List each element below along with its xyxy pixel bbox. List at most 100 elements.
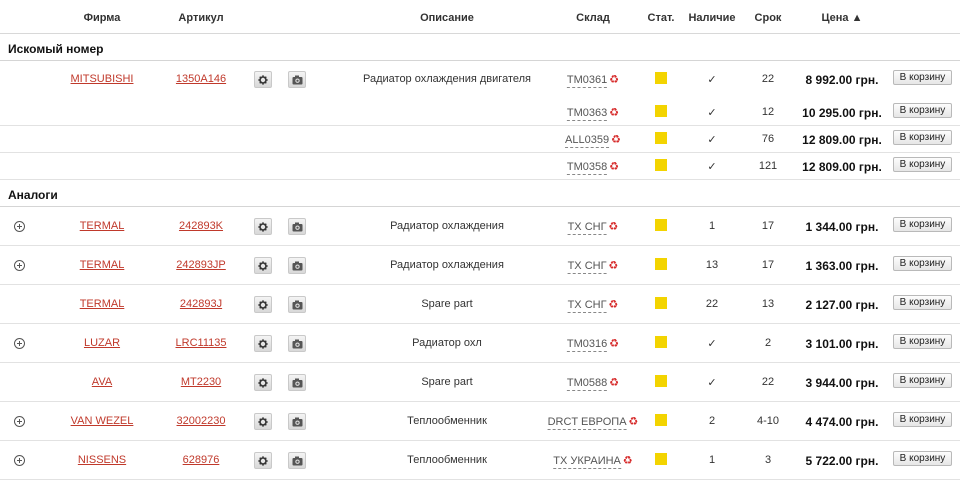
- camera-icon[interactable]: [288, 296, 306, 313]
- availability-value: ✓: [707, 134, 717, 146]
- article-link[interactable]: 1350A146: [176, 73, 226, 85]
- warehouse-cell[interactable]: TX СНГ ♻: [567, 259, 618, 274]
- price-value: 2 127.00 грн.: [805, 298, 879, 312]
- term-value: 121: [758, 160, 778, 172]
- brand-link[interactable]: AVA: [92, 376, 112, 388]
- term-value: 22: [761, 376, 775, 388]
- warehouse-cell[interactable]: TX СНГ ♻: [567, 298, 618, 313]
- article-link[interactable]: LRC11135: [176, 337, 227, 349]
- part-description: Spare part: [421, 298, 473, 310]
- recycle-icon: ♻: [611, 134, 621, 146]
- price-value: 5 722.00 грн.: [805, 454, 879, 468]
- col-availability-header[interactable]: Наличие: [688, 12, 735, 24]
- warehouse-cell[interactable]: TM0363 ♻: [566, 106, 619, 121]
- brand-link[interactable]: TERMAL: [80, 298, 125, 310]
- part-description: Spare part: [421, 376, 473, 388]
- camera-icon[interactable]: [288, 452, 306, 469]
- warehouse-cell[interactable]: TX УКРАИНА ♻: [553, 454, 633, 469]
- warehouse-cell[interactable]: TM0361 ♻: [566, 73, 619, 88]
- warehouse-code[interactable]: DRCT ЕВРОПА: [547, 416, 627, 430]
- warehouse-code[interactable]: TM0361: [566, 74, 608, 88]
- warehouse-code[interactable]: TX СНГ: [567, 260, 607, 274]
- warehouse-code[interactable]: ALL0359: [565, 134, 610, 148]
- col-firm-header[interactable]: Фирма: [84, 12, 121, 24]
- camera-icon[interactable]: [288, 71, 306, 88]
- add-to-cart-button[interactable]: В корзину: [893, 334, 952, 349]
- article-link[interactable]: 242893JP: [176, 259, 226, 271]
- table-row: NISSENS 628976 Теплообменник TX УКРАИНА ♻ 1 3 5…: [0, 441, 960, 480]
- brand-link[interactable]: LUZAR: [84, 337, 120, 349]
- warehouse-cell[interactable]: TM0358 ♻: [566, 160, 619, 175]
- expand-plus-icon[interactable]: [14, 455, 25, 466]
- expand-plus-icon[interactable]: [14, 221, 25, 232]
- expand-plus-icon[interactable]: [14, 416, 25, 427]
- camera-icon[interactable]: [288, 413, 306, 430]
- recycle-icon: ♻: [628, 416, 639, 428]
- camera-icon[interactable]: [288, 374, 306, 391]
- col-price-header[interactable]: Цена ▲: [822, 12, 863, 24]
- article-link[interactable]: 242893J: [180, 298, 222, 310]
- add-to-cart-button[interactable]: В корзину: [893, 451, 952, 466]
- warehouse-code[interactable]: TM0363: [566, 107, 608, 121]
- warehouse-code[interactable]: TM0358: [566, 161, 608, 175]
- warehouse-cell[interactable]: TM0316 ♻: [566, 337, 619, 352]
- warehouse-code[interactable]: TM0316: [566, 338, 608, 352]
- warehouse-cell[interactable]: DRCT ЕВРОПА ♻: [547, 415, 639, 430]
- warehouse-code[interactable]: TX СНГ: [567, 299, 607, 313]
- brand-link[interactable]: NISSENS: [78, 454, 126, 466]
- add-to-cart-button[interactable]: В корзину: [893, 412, 952, 427]
- col-term-header[interactable]: Срок: [755, 12, 782, 24]
- price-value: 10 295.00 грн.: [802, 106, 882, 120]
- add-to-cart-button[interactable]: В корзину: [893, 295, 952, 310]
- camera-icon[interactable]: [288, 335, 306, 352]
- add-to-cart-button[interactable]: В корзину: [893, 256, 952, 271]
- gear-icon[interactable]: [254, 296, 272, 313]
- camera-icon[interactable]: [288, 218, 306, 235]
- article-link[interactable]: 32002230: [177, 415, 226, 427]
- brand-link[interactable]: TERMAL: [80, 220, 125, 232]
- section-searched-number: Искомый номер: [0, 34, 960, 61]
- article-link[interactable]: 628976: [183, 454, 220, 466]
- availability-value: 1: [708, 454, 716, 466]
- gear-icon[interactable]: [254, 335, 272, 352]
- expand-plus-icon[interactable]: [14, 338, 25, 349]
- brand-link[interactable]: TERMAL: [80, 259, 125, 271]
- warehouse-cell[interactable]: TX СНГ ♻: [567, 220, 618, 235]
- col-article-header[interactable]: Артикул: [178, 12, 223, 24]
- status-indicator: [655, 375, 667, 387]
- gear-icon[interactable]: [254, 413, 272, 430]
- expand-plus-icon[interactable]: [14, 260, 25, 271]
- article-link[interactable]: 242893K: [179, 220, 223, 232]
- gear-icon[interactable]: [254, 374, 272, 391]
- article-link[interactable]: MT2230: [181, 376, 221, 388]
- add-to-cart-button[interactable]: В корзину: [893, 217, 952, 232]
- warehouse-code[interactable]: TX СНГ: [567, 221, 607, 235]
- warehouse-code[interactable]: TX УКРАИНА: [553, 455, 621, 469]
- gear-icon[interactable]: [254, 257, 272, 274]
- warehouse-cell[interactable]: ALL0359 ♻: [565, 133, 621, 148]
- availability-value: 22: [705, 298, 719, 310]
- add-to-cart-button[interactable]: В корзину: [893, 373, 952, 388]
- gear-icon[interactable]: [254, 218, 272, 235]
- table-header: Фирма Артикул Описание Склад Стат. Налич…: [0, 0, 960, 34]
- warehouse-code[interactable]: TM0588: [566, 377, 608, 391]
- col-description-header[interactable]: Описание: [420, 12, 474, 24]
- add-to-cart-button[interactable]: В корзину: [893, 157, 952, 172]
- price-value: 3 944.00 грн.: [805, 376, 879, 390]
- col-warehouse-header[interactable]: Склад: [576, 12, 610, 24]
- warehouse-cell[interactable]: TM0588 ♻: [566, 376, 619, 391]
- col-stat-header[interactable]: Стат.: [648, 12, 675, 24]
- status-indicator: [655, 219, 667, 231]
- status-indicator: [655, 132, 667, 144]
- camera-icon[interactable]: [288, 257, 306, 274]
- add-to-cart-button[interactable]: В корзину: [893, 130, 952, 145]
- availability-value: ✓: [707, 377, 717, 389]
- brand-link[interactable]: MITSUBISHI: [71, 73, 134, 85]
- availability-value: 2: [708, 415, 716, 427]
- gear-icon[interactable]: [254, 452, 272, 469]
- brand-link[interactable]: VAN WEZEL: [71, 415, 134, 427]
- add-to-cart-button[interactable]: В корзину: [893, 70, 952, 85]
- add-to-cart-button[interactable]: В корзину: [893, 103, 952, 118]
- gear-icon[interactable]: [254, 71, 272, 88]
- price-value: 4 474.00 грн.: [805, 415, 879, 429]
